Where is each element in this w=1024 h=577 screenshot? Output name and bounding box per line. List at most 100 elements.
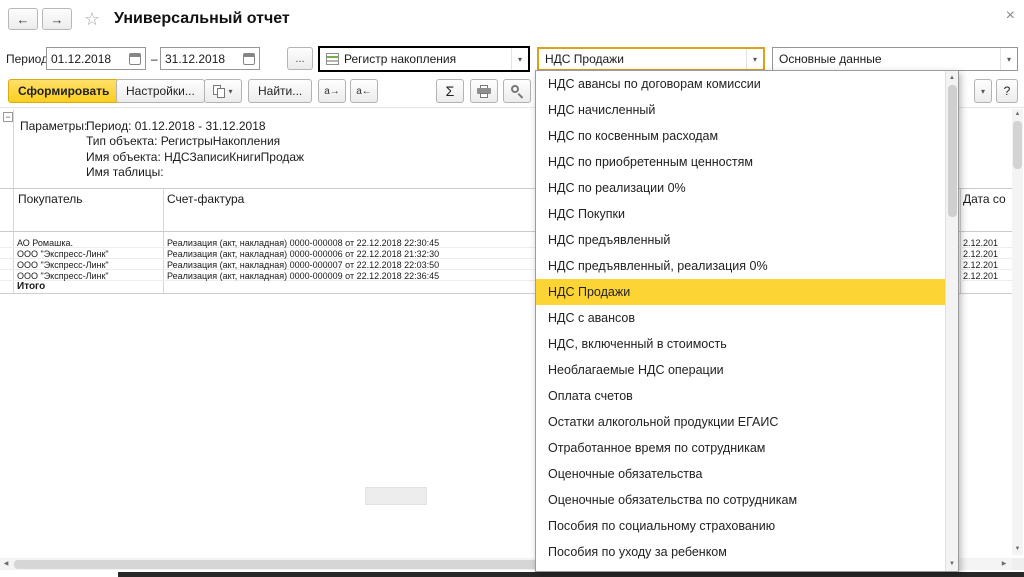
object-combobox[interactable]: НДС Продажи ▾ bbox=[537, 47, 765, 71]
date-range-dash: – bbox=[151, 52, 158, 66]
scrollbar-thumb[interactable] bbox=[948, 85, 957, 217]
print-button[interactable] bbox=[470, 79, 498, 103]
cell-date: 2.12.201 bbox=[963, 271, 1012, 281]
date-from-field[interactable]: 01.12.2018 bbox=[46, 47, 146, 70]
chevron-down-icon[interactable]: ▾ bbox=[746, 49, 763, 69]
calendar-icon[interactable] bbox=[239, 48, 259, 69]
chevron-down-icon: ▾ bbox=[981, 87, 985, 96]
cell-buyer: ООО "Экспресс-Линк" bbox=[17, 249, 109, 259]
parameter-line: Имя объекта: НДСЗаписиКнигиПродаж bbox=[86, 150, 304, 165]
object-value: НДС Продажи bbox=[545, 52, 742, 66]
cell-date: 2.12.201 bbox=[963, 238, 1012, 248]
column-header-invoice: Счет-фактура bbox=[167, 192, 244, 206]
scrollbar-corner bbox=[1012, 558, 1024, 570]
period-more-button[interactable]: ... bbox=[287, 47, 313, 70]
dropdown-item[interactable]: НДС предъявленный bbox=[536, 227, 945, 253]
close-icon[interactable]: × bbox=[1006, 7, 1015, 25]
column-header-date: Дата со bbox=[963, 192, 1012, 206]
dropdown-item[interactable]: НДС по косвенным расходам bbox=[536, 123, 945, 149]
preview-button[interactable] bbox=[503, 79, 531, 103]
printer-icon bbox=[477, 85, 491, 98]
dropdown-item[interactable]: НДС по приобретенным ценностям bbox=[536, 149, 945, 175]
scroll-right-icon[interactable]: ▶ bbox=[998, 558, 1010, 570]
taskbar-edge bbox=[118, 572, 1024, 577]
find-next-button[interactable]: а→ bbox=[318, 79, 346, 103]
back-button[interactable]: ← bbox=[8, 8, 38, 30]
cell-buyer: ООО "Экспресс-Линк" bbox=[17, 260, 109, 270]
dropdown-item[interactable]: НДС, включенный в стоимость bbox=[536, 331, 945, 357]
help-button[interactable]: ? bbox=[996, 79, 1018, 103]
dropdown-item[interactable]: Отработанное время по сотрудникам bbox=[536, 435, 945, 461]
calendar-icon[interactable] bbox=[125, 48, 145, 69]
dropdown-item[interactable]: Оплата счетов bbox=[536, 383, 945, 409]
scroll-up-icon[interactable]: ▲ bbox=[1012, 109, 1023, 120]
cell-invoice: Реализация (акт, накладная) 0000-000009 … bbox=[167, 271, 439, 281]
sum-button[interactable]: Σ bbox=[436, 79, 464, 103]
register-icon bbox=[326, 53, 339, 65]
table-combobox[interactable]: Основные данные ▾ bbox=[772, 47, 1018, 71]
dropdown-scrollbar[interactable]: ▲ ▼ bbox=[945, 71, 958, 571]
dropdown-item[interactable]: НДС с авансов bbox=[536, 305, 945, 331]
copy-split-button[interactable]: ▾ bbox=[204, 79, 242, 103]
parameter-line: Период: 01.12.2018 - 31.12.2018 bbox=[86, 119, 304, 134]
parameter-line: Тип объекта: РегистрыНакопления bbox=[86, 134, 304, 149]
chevron-down-icon[interactable]: ▾ bbox=[511, 48, 528, 70]
settings-button[interactable]: Настройки... bbox=[116, 79, 205, 103]
scroll-down-icon[interactable]: ▼ bbox=[1012, 544, 1023, 555]
cell-date: 2.12.201 bbox=[963, 249, 1012, 259]
parameters-label: Параметры: bbox=[20, 119, 87, 133]
dropdown-item[interactable]: Пособия по уходу за ребенком bbox=[536, 539, 945, 565]
more-actions-button[interactable]: ▾ bbox=[974, 79, 992, 103]
find-previous-icon: а← bbox=[356, 86, 372, 97]
dropdown-item[interactable]: Оценочные обязательства по сотрудникам bbox=[536, 487, 945, 513]
total-label: Итого bbox=[17, 281, 45, 292]
period-label: Период: bbox=[6, 52, 51, 66]
parameter-line: Имя таблицы: bbox=[86, 165, 304, 180]
column-header-buyer: Покупатель bbox=[18, 192, 82, 206]
dropdown-item[interactable]: Остатки алкогольной продукции ЕГАИС bbox=[536, 409, 945, 435]
favorite-star-icon[interactable]: ☆ bbox=[84, 9, 100, 30]
dropdown-item[interactable]: Необлагаемые НДС операции bbox=[536, 357, 945, 383]
parameters-block: Период: 01.12.2018 - 31.12.2018Тип объек… bbox=[86, 119, 304, 181]
group-collapse-toggle[interactable]: − bbox=[3, 112, 13, 122]
object-type-combobox[interactable]: Регистр накопления ▾ bbox=[318, 46, 530, 72]
date-to-value[interactable]: 31.12.2018 bbox=[161, 52, 239, 66]
dropdown-item[interactable]: НДС авансы по договорам комиссии bbox=[536, 71, 945, 97]
dropdown-item[interactable]: Пособия по социальному страхованию bbox=[536, 513, 945, 539]
forward-button[interactable]: → bbox=[42, 8, 72, 30]
cell-invoice: Реализация (акт, накладная) 0000-000006 … bbox=[167, 249, 439, 259]
generate-button[interactable]: Сформировать bbox=[8, 79, 119, 103]
copy-icon bbox=[213, 85, 225, 98]
dropdown-item[interactable]: НДС предъявленный, реализация 0% bbox=[536, 253, 945, 279]
placeholder-box bbox=[365, 487, 427, 505]
cell-buyer: АО Ромашка. bbox=[17, 238, 73, 248]
scroll-up-icon[interactable]: ▲ bbox=[946, 72, 958, 84]
dropdown-item[interactable]: Предоставленные стандартные и социальные… bbox=[536, 565, 945, 571]
cell-date: 2.12.201 bbox=[963, 260, 1012, 270]
find-previous-button[interactable]: а← bbox=[350, 79, 378, 103]
page-title: Универсальный отчет bbox=[114, 10, 290, 28]
chevron-down-icon[interactable]: ▾ bbox=[1000, 48, 1017, 70]
dropdown-item[interactable]: НДС Продажи bbox=[536, 279, 945, 305]
scroll-down-icon[interactable]: ▼ bbox=[946, 558, 958, 570]
scroll-left-icon[interactable]: ◀ bbox=[0, 558, 12, 570]
dropdown-item[interactable]: НДС по реализации 0% bbox=[536, 175, 945, 201]
dropdown-item[interactable]: Оценочные обязательства bbox=[536, 461, 945, 487]
cell-buyer: ООО "Экспресс-Линк" bbox=[17, 271, 109, 281]
date-from-value[interactable]: 01.12.2018 bbox=[47, 52, 125, 66]
magnifier-icon bbox=[511, 85, 524, 98]
find-next-icon: а→ bbox=[324, 86, 340, 97]
object-type-value: Регистр накопления bbox=[344, 52, 507, 66]
object-dropdown-list: НДС авансы по договорам комиссииНДС начи… bbox=[535, 70, 959, 572]
dropdown-item[interactable]: НДС начисленный bbox=[536, 97, 945, 123]
chevron-down-icon[interactable]: ▾ bbox=[228, 87, 232, 96]
find-button[interactable]: Найти... bbox=[248, 79, 312, 103]
vertical-scrollbar[interactable]: ▲ ▼ bbox=[1012, 109, 1023, 555]
scrollbar-thumb[interactable] bbox=[1013, 121, 1022, 169]
dropdown-items: НДС авансы по договорам комиссииНДС начи… bbox=[536, 71, 945, 571]
dropdown-item[interactable]: НДС Покупки bbox=[536, 201, 945, 227]
table-value: Основные данные bbox=[779, 52, 996, 66]
cell-invoice: Реализация (акт, накладная) 0000-000007 … bbox=[167, 260, 439, 270]
date-to-field[interactable]: 31.12.2018 bbox=[160, 47, 260, 70]
cell-invoice: Реализация (акт, накладная) 0000-000008 … bbox=[167, 238, 439, 248]
